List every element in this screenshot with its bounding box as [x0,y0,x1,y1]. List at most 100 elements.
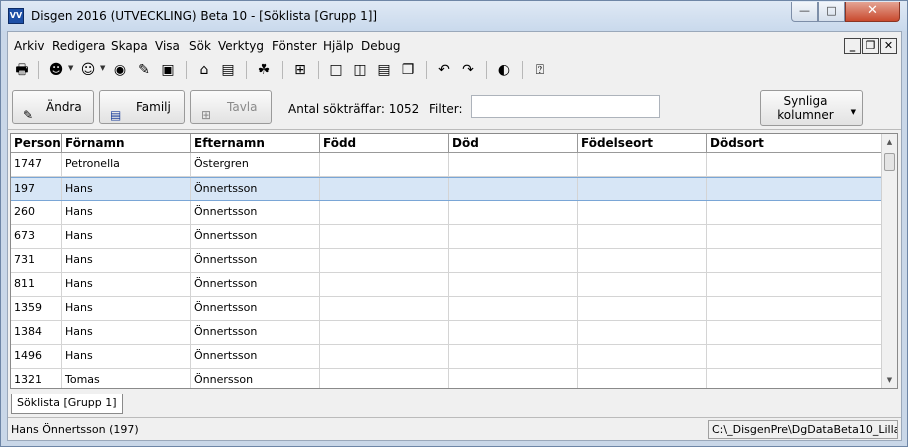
redo-icon[interactable]: ↷ [458,60,478,80]
mdi-close-button[interactable]: ✕ [880,38,897,54]
client-area: Arkiv Redigera Skapa Visa Sök Verktyg Fö… [7,31,902,441]
column-header-person[interactable]: Person [11,134,62,153]
vertical-scrollbar[interactable]: ▲ ▼ [881,134,897,388]
cell-dod [449,273,578,296]
cell-dodsort [707,345,882,368]
cell-person: 1496 [11,345,62,368]
layout-split-horizontal-icon[interactable]: ▤ [374,60,394,80]
cell-fodd [320,345,449,368]
table-row[interactable]: 260 Hans Önnertsson [11,201,882,225]
cell-person: 811 [11,273,62,296]
binoculars-icon[interactable]: ◉ [110,60,130,80]
table-row[interactable]: 1496 Hans Önnertsson [11,345,882,369]
minimize-button[interactable]: — [791,2,818,22]
undo-icon[interactable]: ↶ [434,60,454,80]
mdi-restore-button[interactable]: ❐ [862,38,879,54]
layout-split-vertical-icon[interactable]: ◫ [350,60,370,80]
menu-sok[interactable]: Sök [189,39,211,53]
cell-fodd [320,321,449,344]
filter-input[interactable] [471,95,660,118]
app-icon[interactable]: VV [8,8,24,24]
column-header-fodelseort[interactable]: Födelseort [578,134,707,153]
table-row[interactable]: 673 Hans Önnertsson [11,225,882,249]
cell-efternamn: Östergren [191,153,320,176]
visible-columns-button[interactable]: Synliga kolumner ▼ [760,90,863,126]
window-title: Disgen 2016 (UTVECKLING) Beta 10 - [Sökl… [31,9,378,23]
table-row[interactable]: 731 Hans Önnertsson [11,249,882,273]
cell-person: 260 [11,201,62,224]
column-header-fornamn[interactable]: Förnamn [62,134,191,153]
cell-dodsort [707,369,882,388]
table-row[interactable]: 1359 Hans Önnertsson [11,297,882,321]
cell-fodelseort [578,249,707,272]
scroll-thumb[interactable] [884,153,895,171]
scroll-down-icon[interactable]: ▼ [882,372,897,388]
table-row[interactable]: 1384 Hans Önnertsson [11,321,882,345]
hit-count: Antal sökträffar: 1052 [288,102,420,116]
menu-fonster[interactable]: Fönster [272,39,317,53]
note-icon[interactable]: ✎ [134,60,154,80]
table-row[interactable]: 1747 Petronella Östergren [11,153,882,177]
cell-fodelseort [578,201,707,224]
cell-efternamn: Önnertsson [191,345,320,368]
maximize-button[interactable]: □ [818,2,845,22]
cell-efternamn: Önnertsson [191,201,320,224]
andra-button[interactable]: ✎ Ändra [12,90,94,124]
person-dropdown-icon[interactable]: ▼ [68,64,73,72]
cell-fornamn: Hans [62,273,191,296]
scroll-up-icon[interactable]: ▲ [882,134,897,150]
tab-soklista[interactable]: Söklista [Grupp 1] [11,394,123,414]
cell-dodsort [707,225,882,248]
print-icon[interactable]: 🖶 [12,60,32,80]
cell-fodelseort [578,321,707,344]
table-row[interactable]: 197 Hans Önnertsson [11,177,882,201]
globe-icon[interactable]: ◐ [494,60,514,80]
column-header-fodd[interactable]: Född [320,134,449,153]
tree-icon[interactable]: ☘ [254,60,274,80]
table-row[interactable]: 811 Hans Önnertsson [11,273,882,297]
toolbar: 🖶 ☻ ▼ ☺ ▼ ◉ ✎ ▣ ⌂ ▤ ☘ ⊞ □ ◫ ▤ ❐ ↶ ↷ ◐ ⍰ [8,56,901,84]
menu-skapa[interactable]: Skapa [111,39,148,53]
title-bar[interactable]: VV Disgen 2016 (UTVECKLING) Beta 10 - [S… [1,1,907,31]
layout-single-icon[interactable]: □ [326,60,346,80]
cell-dod [449,153,578,176]
mdi-minimize-button[interactable]: _ [844,38,861,54]
book-icon[interactable]: ▣ [158,60,178,80]
cell-person: 673 [11,225,62,248]
cell-efternamn: Önnertsson [191,273,320,296]
status-database-path: C:\_DisgenPre\DgDataBeta10_Lilla [708,420,898,439]
column-header-dod[interactable]: Död [449,134,578,153]
cell-efternamn: Önnertsson [191,297,320,320]
column-header-dodsort[interactable]: Dödsort [707,134,882,153]
table-row[interactable]: 1321 Tomas Önnersson [11,369,882,388]
books-icon[interactable]: ▤ [218,60,238,80]
cell-fodd [320,153,449,176]
menu-verktyg[interactable]: Verktyg [218,39,264,53]
cell-dodsort [707,153,882,176]
search-results-grid[interactable]: Person Förnamn Efternamn Född Död Födels… [10,133,898,389]
column-header-efternamn[interactable]: Efternamn [191,134,320,153]
familj-button[interactable]: ▤ Familj [99,90,185,124]
menu-debug[interactable]: Debug [361,39,400,53]
cell-fodelseort [578,225,707,248]
cell-efternamn: Önnertsson [191,249,320,272]
cell-person: 1321 [11,369,62,388]
cell-fodelseort [578,297,707,320]
cell-dod [449,297,578,320]
person-icon[interactable]: ☻ [46,60,66,80]
layout-cascade-icon[interactable]: ❐ [398,60,418,80]
search-dropdown-icon[interactable]: ▼ [100,64,105,72]
menu-arkiv[interactable]: Arkiv [14,39,45,53]
close-button[interactable]: ✕ [845,2,900,22]
tavla-button[interactable]: ⊞ Tavla [190,90,272,124]
help-icon[interactable]: ⍰ [530,60,550,80]
person-search-icon[interactable]: ☺ [78,60,98,80]
menu-hjalp[interactable]: Hjälp [323,39,354,53]
chart-icon[interactable]: ⊞ [290,60,310,80]
cell-person: 731 [11,249,62,272]
menu-redigera[interactable]: Redigera [52,39,105,53]
cell-fodd [320,178,449,200]
home-icon[interactable]: ⌂ [194,60,214,80]
cell-dod [449,249,578,272]
menu-visa[interactable]: Visa [155,39,180,53]
